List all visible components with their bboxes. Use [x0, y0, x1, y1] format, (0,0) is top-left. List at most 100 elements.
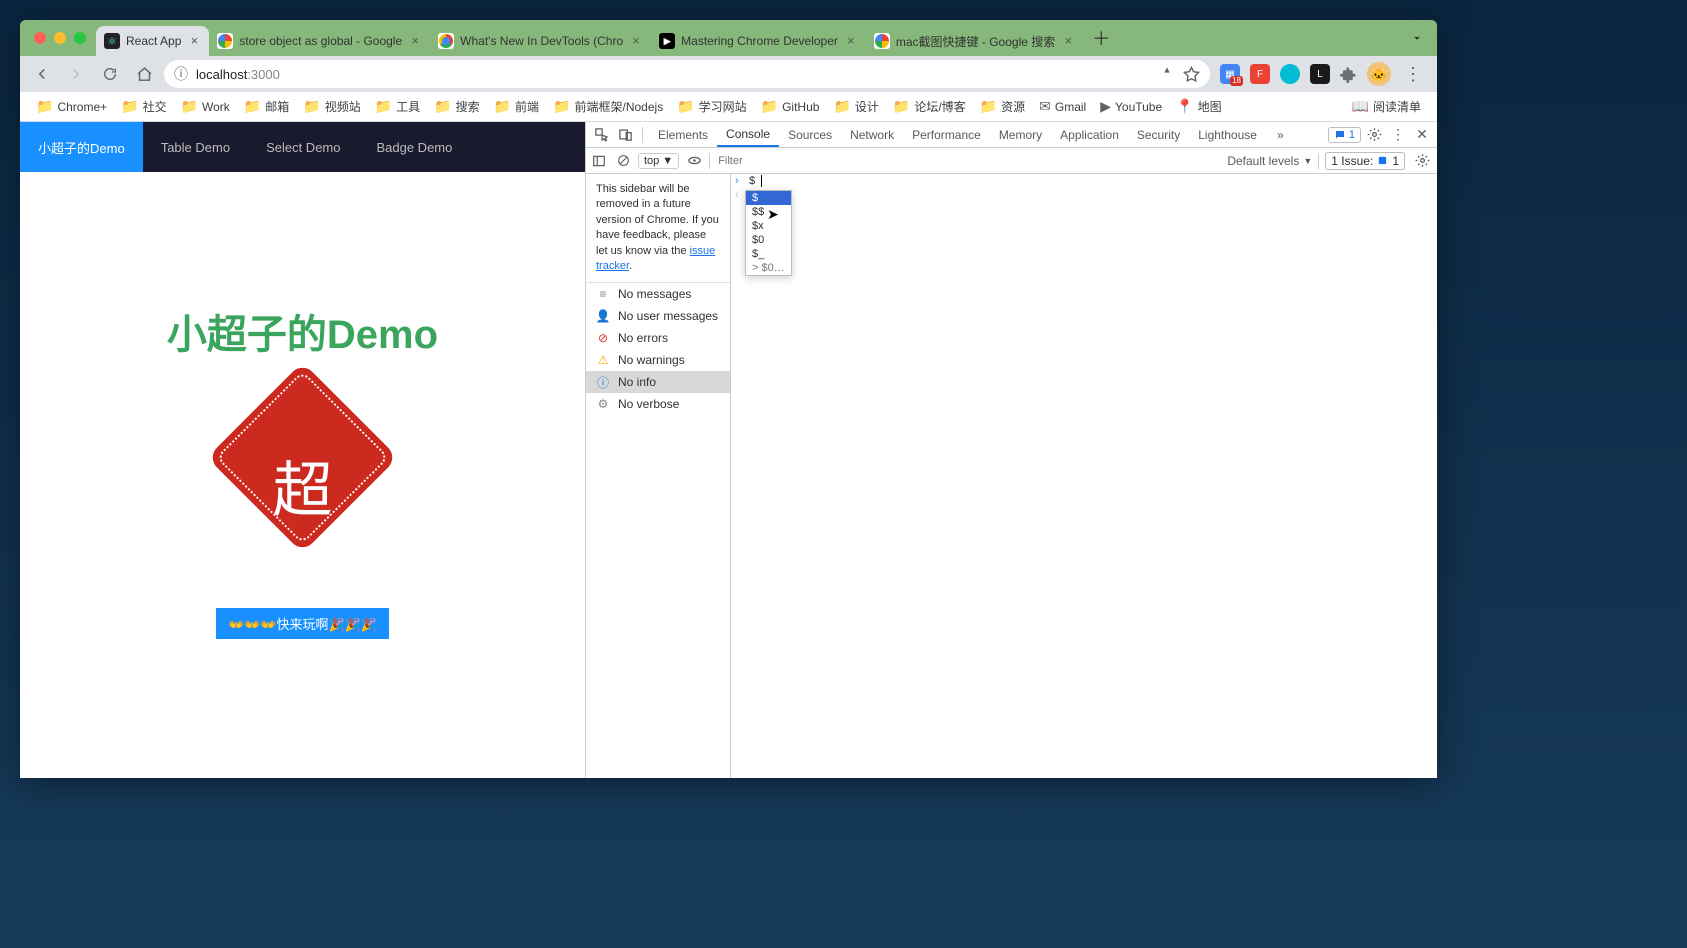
devtools-tab[interactable]: Elements	[649, 122, 717, 147]
extension-icon[interactable]: F	[1250, 64, 1270, 84]
maximize-window-button[interactable]	[74, 32, 86, 44]
devtools-tab[interactable]: Performance	[903, 122, 990, 147]
site-info-icon[interactable]: ⓘ	[174, 64, 188, 84]
tab-close-icon[interactable]: ×	[187, 34, 201, 48]
console-settings-icon[interactable]	[1411, 150, 1433, 172]
bookmark-item[interactable]: 📁视频站	[297, 95, 366, 118]
extension-icon[interactable]: ▦18	[1220, 64, 1240, 84]
page-nav-item[interactable]: 小超子的Demo	[20, 122, 143, 172]
clear-console-icon[interactable]	[614, 150, 632, 172]
devtools-tab[interactable]: Lighthouse	[1189, 122, 1266, 147]
back-button[interactable]	[28, 60, 56, 88]
browser-tab[interactable]: ⚛React App×	[96, 26, 209, 56]
autocomplete-item[interactable]: $0	[746, 233, 791, 247]
console-filter-item[interactable]: 👤No user messages	[586, 305, 730, 327]
devtools-tab[interactable]: Memory	[990, 122, 1051, 147]
bookmark-item[interactable]: 📁前端	[488, 95, 545, 118]
extensions-menu-icon[interactable]	[1340, 66, 1357, 83]
bookmark-item[interactable]: 📁设计	[827, 95, 884, 118]
console-filter-item[interactable]: ⊘No errors	[586, 327, 730, 349]
bookmark-item[interactable]: 📁邮箱	[238, 95, 295, 118]
live-expression-icon[interactable]	[685, 150, 703, 172]
new-tab-button[interactable]: ＋	[1087, 24, 1115, 52]
reload-button[interactable]	[96, 60, 124, 88]
forward-button[interactable]	[62, 60, 90, 88]
console-sidebar-toggle-icon[interactable]	[590, 150, 608, 172]
page-nav-item[interactable]: Table Demo	[143, 122, 248, 172]
console-output[interactable]: › $ ‹ $$$$x$0$_> $0… ➤	[731, 174, 1437, 778]
page-nav-item[interactable]: Select Demo	[248, 122, 358, 172]
bookmark-label: 地图	[1198, 98, 1222, 115]
bookmark-item[interactable]: 📁资源	[974, 95, 1031, 118]
tab-close-icon[interactable]: ×	[408, 34, 422, 48]
translate-icon[interactable]	[1159, 66, 1175, 82]
console-context-select[interactable]: top▼	[638, 153, 679, 169]
close-window-button[interactable]	[34, 32, 46, 44]
bookmark-item[interactable]: 📁搜索	[428, 95, 485, 118]
autocomplete-item[interactable]: $_	[746, 247, 791, 261]
bookmark-item[interactable]: 📍地图	[1170, 95, 1227, 118]
tab-favicon	[217, 33, 233, 49]
autocomplete-item[interactable]: $	[746, 191, 791, 205]
bookmark-item[interactable]: 📁GitHub	[755, 95, 826, 118]
bookmark-item[interactable]: 📖阅读清单	[1346, 95, 1427, 118]
bookmark-item[interactable]: 📁学习网站	[671, 95, 752, 118]
inspect-element-icon[interactable]	[590, 124, 612, 146]
browser-tab[interactable]: ▶Mastering Chrome Developer×	[651, 26, 866, 56]
extension-icon[interactable]	[1280, 64, 1300, 84]
devtools-more-tabs[interactable]: »	[1268, 122, 1293, 147]
devtools-tab[interactable]: Application	[1051, 122, 1128, 147]
autocomplete-item[interactable]: > $0…	[746, 261, 791, 275]
minimize-window-button[interactable]	[54, 32, 66, 44]
console-levels-select[interactable]: Default levels▼	[1227, 154, 1312, 168]
extension-icon[interactable]: L	[1310, 64, 1330, 84]
browser-tab[interactable]: mac截图快捷键 - Google 搜索×	[866, 26, 1083, 56]
device-toolbar-icon[interactable]	[614, 124, 636, 146]
tab-overflow-button[interactable]	[1405, 26, 1429, 50]
console-input-line[interactable]: › $	[731, 174, 1437, 188]
tab-close-icon[interactable]: ×	[844, 34, 858, 48]
bookmark-item[interactable]: 📁Work	[175, 95, 236, 118]
bookmark-item[interactable]: 📁社交	[115, 95, 172, 118]
play-button[interactable]: 👐👐👐快来玩啊🎉🎉🎉	[216, 608, 389, 639]
autocomplete-item[interactable]: $$	[746, 205, 791, 219]
folder-icon: 📁	[553, 98, 570, 115]
devtools-tab[interactable]: Sources	[779, 122, 841, 147]
profile-avatar[interactable]: 🐱	[1367, 62, 1391, 86]
console-filter-input[interactable]	[716, 153, 916, 169]
page-nav-item[interactable]: Badge Demo	[358, 122, 470, 172]
devtools-messages-badge[interactable]: 1	[1328, 127, 1361, 143]
tab-title: React App	[126, 34, 181, 48]
bookmark-star-icon[interactable]	[1183, 66, 1200, 83]
bookmark-item[interactable]: 📁论坛/博客	[887, 95, 972, 118]
chrome-menu-button[interactable]: ⋮	[1401, 64, 1425, 85]
devtools-tab[interactable]: Console	[717, 122, 779, 147]
console-filter-item[interactable]: ⚙No verbose	[586, 393, 730, 415]
address-bar[interactable]: ⓘ localhost:3000	[164, 60, 1210, 88]
page-nav: 小超子的DemoTable DemoSelect DemoBadge Demo	[20, 122, 585, 172]
console-prompt-icon: ›	[735, 175, 743, 187]
issues-badge[interactable]: 1 Issue: 1	[1325, 152, 1405, 170]
devtools-close-icon[interactable]: ✕	[1411, 124, 1433, 146]
console-filter-item[interactable]: ⓘNo info	[586, 371, 730, 393]
browser-tab[interactable]: What's New In DevTools (Chro×	[430, 26, 651, 56]
tab-close-icon[interactable]: ×	[629, 34, 643, 48]
browser-tab[interactable]: store object as global - Google×	[209, 26, 430, 56]
tab-favicon	[874, 33, 890, 49]
bookmark-item[interactable]: 📁Chrome+	[30, 95, 113, 118]
bookmark-item[interactable]: 📁工具	[369, 95, 426, 118]
console-filter-item[interactable]: ⚠No warnings	[586, 349, 730, 371]
bookmark-item[interactable]: ✉Gmail	[1033, 95, 1092, 118]
devtools-tab[interactable]: Security	[1128, 122, 1189, 147]
folder-icon: 📁	[677, 98, 694, 115]
tab-close-icon[interactable]: ×	[1061, 34, 1075, 48]
devtools-menu-icon[interactable]: ⋮	[1387, 124, 1409, 146]
bookmark-item[interactable]: ▶YouTube	[1094, 95, 1168, 118]
home-button[interactable]	[130, 60, 158, 88]
devtools-tab[interactable]: Network	[841, 122, 903, 147]
autocomplete-item[interactable]: $x	[746, 219, 791, 233]
bookmark-item[interactable]: 📁前端框架/Nodejs	[547, 95, 669, 118]
devtools-settings-icon[interactable]	[1363, 124, 1385, 146]
console-filter-item[interactable]: ≡No messages	[586, 283, 730, 305]
folder-icon: 📁	[833, 98, 850, 115]
